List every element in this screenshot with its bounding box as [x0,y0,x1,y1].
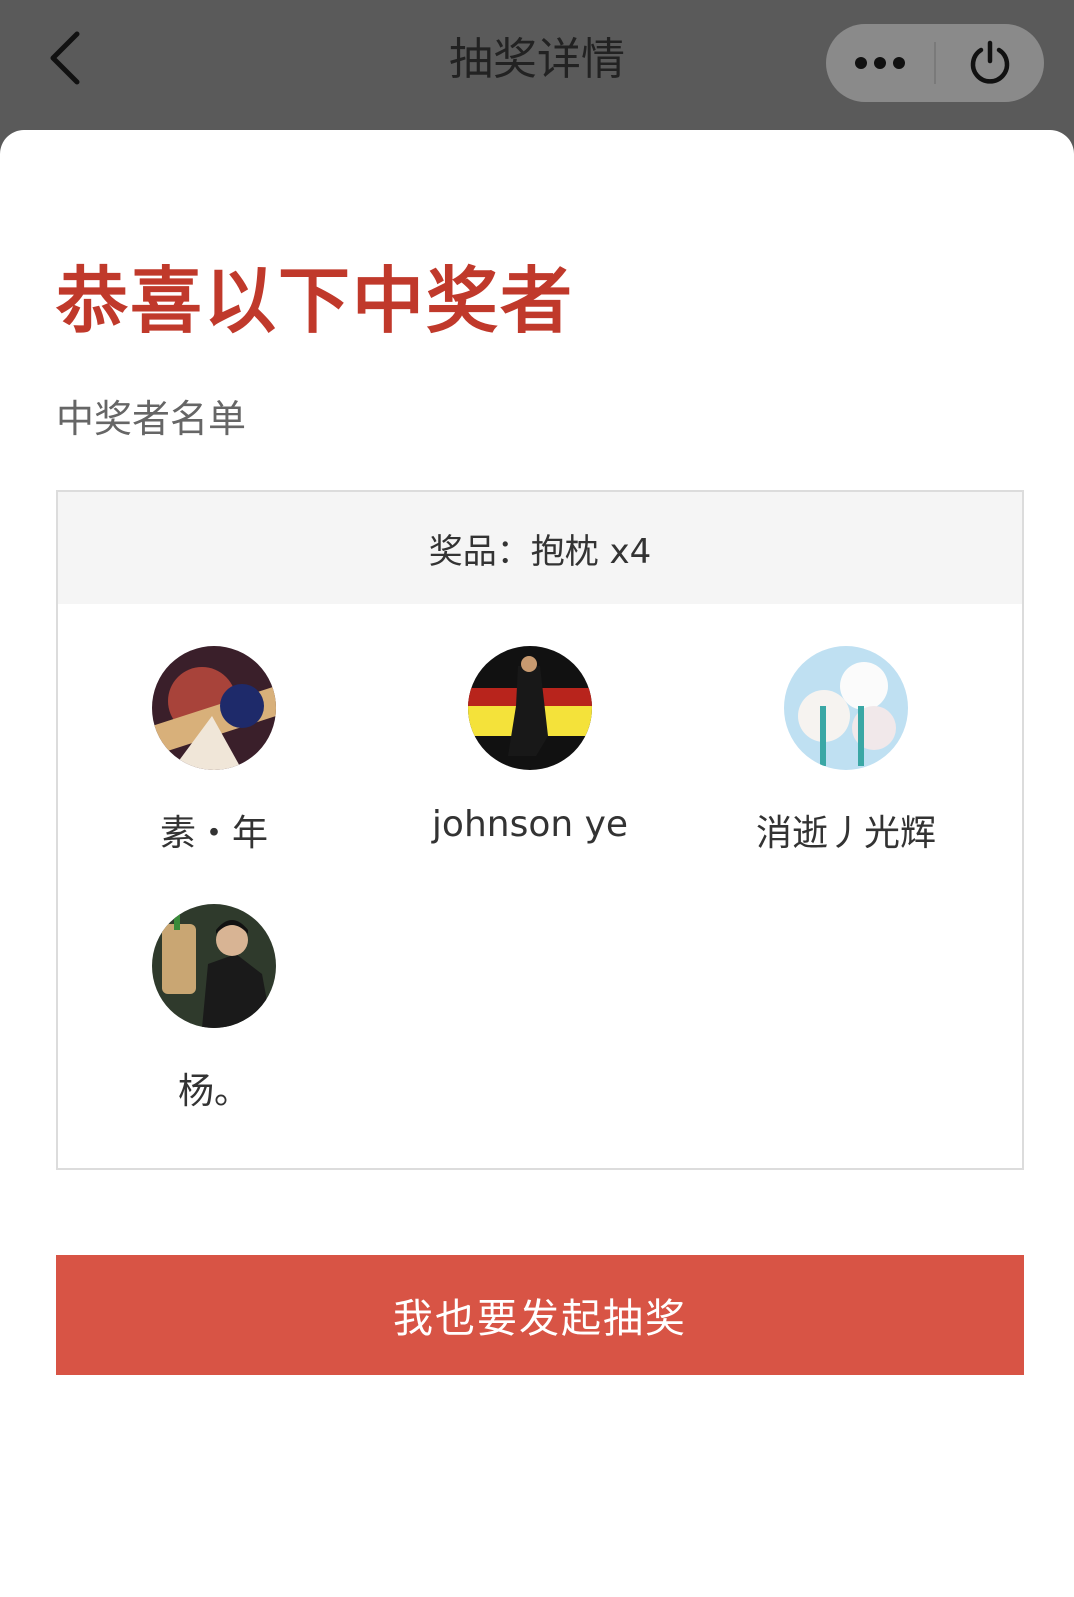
winner-item[interactable]: 杨。 [54,904,374,1114]
content-sheet: 恭喜以下中奖者 中奖者名单 奖品：抱枕 x4 素・年 johnson ye 消逝… [0,130,1074,1597]
top-navigation-bar: 抽奖详情 [0,0,1074,140]
winner-list-title: 中奖者名单 [56,397,247,441]
winner-item[interactable]: 消逝丿光辉 [686,646,1006,856]
avatar [152,904,276,1028]
power-icon [970,40,1010,84]
winner-name: 素・年 [159,813,268,854]
winner-name: johnson ye [431,804,629,845]
congrats-headline: 恭喜以下中奖者 [56,258,575,343]
winner-name: 杨。 [177,1071,250,1112]
winner-item[interactable]: johnson ye [370,646,690,845]
prize-header: 奖品：抱枕 x4 [58,492,1022,604]
more-button[interactable] [826,24,934,102]
winner-item[interactable]: 素・年 [54,646,374,856]
more-dots-icon [855,57,905,69]
winner-name: 消逝丿光辉 [755,813,936,854]
avatar [468,646,592,770]
close-mini-program-button[interactable] [936,24,1044,102]
winner-list-card: 奖品：抱枕 x4 素・年 johnson ye 消逝丿光辉 杨。 [56,490,1024,1170]
start-lottery-button[interactable]: 我也要发起抽奖 [56,1255,1024,1375]
avatar [152,646,276,770]
mini-program-capsule [826,24,1044,102]
avatar [784,646,908,770]
